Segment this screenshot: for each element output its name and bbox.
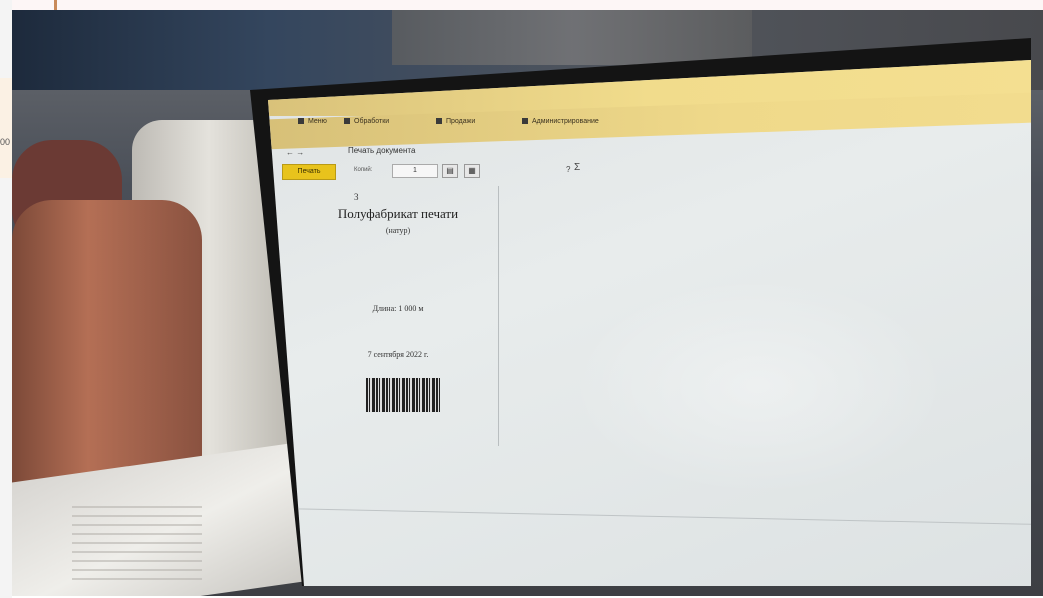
save-icon[interactable]: ▦ bbox=[464, 164, 480, 178]
print-form: ← → Печать документа Печать Копий: 1 ▤ ▦… bbox=[268, 136, 1031, 586]
command-sales[interactable]: Продажи bbox=[436, 118, 475, 125]
question-icon[interactable]: ? bbox=[566, 165, 570, 174]
copies-label: Копий: bbox=[354, 167, 373, 173]
screen-glare bbox=[568, 276, 948, 496]
home-icon bbox=[298, 118, 304, 125]
barcode-image bbox=[366, 378, 440, 412]
document-icon bbox=[344, 118, 350, 125]
sum-icon[interactable]: Σ bbox=[574, 162, 580, 173]
print-dialog-title: Печать документа bbox=[348, 146, 416, 155]
label-product-name: Полуфабрикат печати bbox=[337, 206, 459, 221]
wall-light-patch bbox=[392, 10, 752, 65]
nav-arrows[interactable]: ← → bbox=[286, 148, 304, 157]
command-administration[interactable]: Администрирование bbox=[522, 118, 599, 125]
label-preview: 3 Полуфабрикат печати (натур) Длина: 1 0… bbox=[288, 186, 499, 446]
paper-stack-print bbox=[72, 500, 202, 580]
label-subtitle: (натур) bbox=[385, 226, 411, 235]
flag-icon bbox=[522, 118, 528, 125]
label-length: Длина: 1 000 м bbox=[372, 304, 424, 313]
host-top-bar bbox=[0, 0, 1043, 10]
copies-input[interactable]: 1 bbox=[392, 164, 438, 178]
monitor-screen: Меню Обработки Продажи Администрирование… bbox=[268, 60, 1031, 586]
preview-divider bbox=[277, 508, 1031, 525]
command-processing[interactable]: Обработки bbox=[344, 118, 389, 125]
label-number: 3 bbox=[354, 192, 359, 202]
chart-icon bbox=[436, 118, 442, 125]
print-toolbar: Печать Копий: 1 ▤ ▦ ? bbox=[282, 164, 582, 180]
host-left-fragment: 00 bbox=[0, 137, 11, 147]
printer-icon[interactable]: ▤ bbox=[442, 164, 458, 178]
label-date: 7 сентября 2022 г. bbox=[367, 350, 429, 359]
command-menu[interactable]: Меню bbox=[298, 118, 327, 125]
print-button[interactable]: Печать bbox=[282, 164, 336, 180]
